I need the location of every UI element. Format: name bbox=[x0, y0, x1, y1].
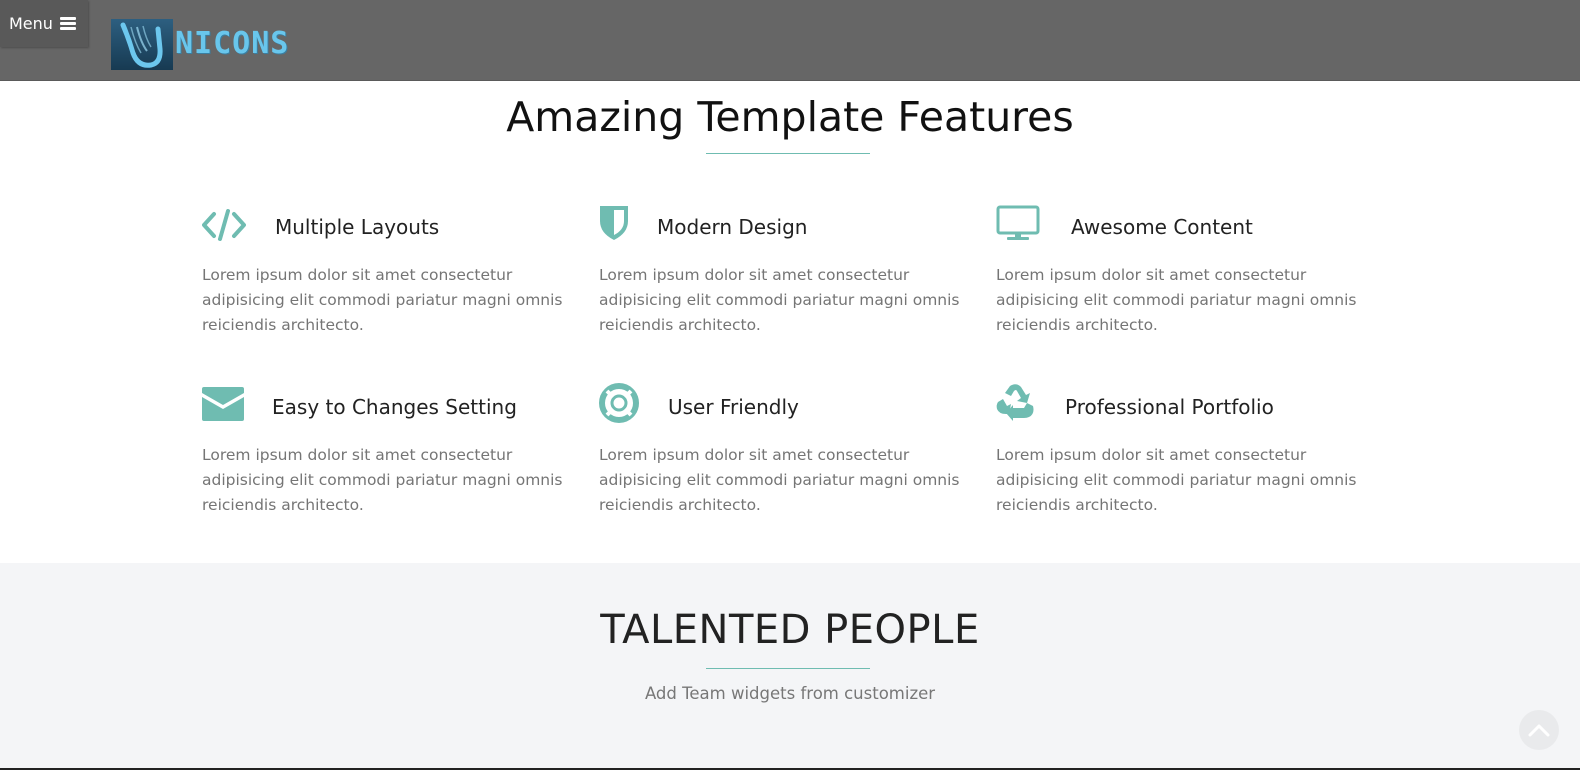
feature-title: Professional Portfolio bbox=[1065, 395, 1274, 419]
feature-user-friendly: User Friendly Lorem ipsum dolor sit amet… bbox=[599, 383, 969, 514]
chevron-up-icon bbox=[1528, 724, 1550, 737]
menu-label: Menu bbox=[9, 14, 53, 33]
feature-title: Awesome Content bbox=[1071, 215, 1253, 239]
feature-text: Lorem ipsum dolor sit amet consectetur a… bbox=[599, 266, 960, 334]
logo-mark-icon bbox=[111, 19, 173, 70]
features-section: Amazing Template Features Multiple Layou… bbox=[0, 81, 1580, 563]
scroll-to-top-button[interactable] bbox=[1519, 710, 1559, 750]
menu-button[interactable]: Menu bbox=[0, 0, 88, 47]
feature-text: Lorem ipsum dolor sit amet consectetur a… bbox=[996, 446, 1357, 514]
logo-text: NICONS bbox=[175, 26, 290, 61]
team-title-divider bbox=[706, 668, 870, 669]
code-icon bbox=[202, 209, 246, 241]
features-title-divider bbox=[706, 153, 870, 154]
feature-text: Lorem ipsum dolor sit amet consectetur a… bbox=[202, 266, 563, 334]
feature-title: Easy to Changes Setting bbox=[272, 395, 517, 419]
feature-modern-design: Modern Design Lorem ipsum dolor sit amet… bbox=[599, 205, 969, 334]
features-title: Amazing Template Features bbox=[506, 93, 1074, 141]
team-title: TALENTED PEOPLE bbox=[600, 607, 980, 653]
recycle-icon bbox=[996, 383, 1036, 421]
life-ring-icon bbox=[599, 383, 639, 423]
site-logo[interactable]: NICONS bbox=[111, 19, 289, 70]
hamburger-icon bbox=[59, 16, 76, 31]
feature-professional-portfolio: Professional Portfolio Lorem ipsum dolor… bbox=[996, 383, 1366, 514]
feature-text: Lorem ipsum dolor sit amet consectetur a… bbox=[996, 266, 1357, 334]
feature-title: Multiple Layouts bbox=[275, 215, 440, 239]
feature-multiple-layouts: Multiple Layouts Lorem ipsum dolor sit a… bbox=[202, 205, 572, 334]
site-header: Menu NICONS bbox=[0, 0, 1580, 81]
envelope-icon bbox=[202, 387, 244, 421]
feature-title: Modern Design bbox=[657, 215, 808, 239]
feature-text: Lorem ipsum dolor sit amet consectetur a… bbox=[599, 446, 960, 514]
shield-icon bbox=[599, 205, 629, 241]
team-subtitle: Add Team widgets from customizer bbox=[644, 684, 936, 703]
team-section: TALENTED PEOPLE Add Team widgets from cu… bbox=[0, 563, 1580, 770]
feature-awesome-content: Awesome Content Lorem ipsum dolor sit am… bbox=[996, 205, 1366, 334]
feature-easy-settings: Easy to Changes Setting Lorem ipsum dolo… bbox=[202, 385, 572, 514]
feature-title: User Friendly bbox=[668, 395, 799, 419]
desktop-icon bbox=[996, 205, 1040, 241]
feature-text: Lorem ipsum dolor sit amet consectetur a… bbox=[202, 446, 563, 514]
